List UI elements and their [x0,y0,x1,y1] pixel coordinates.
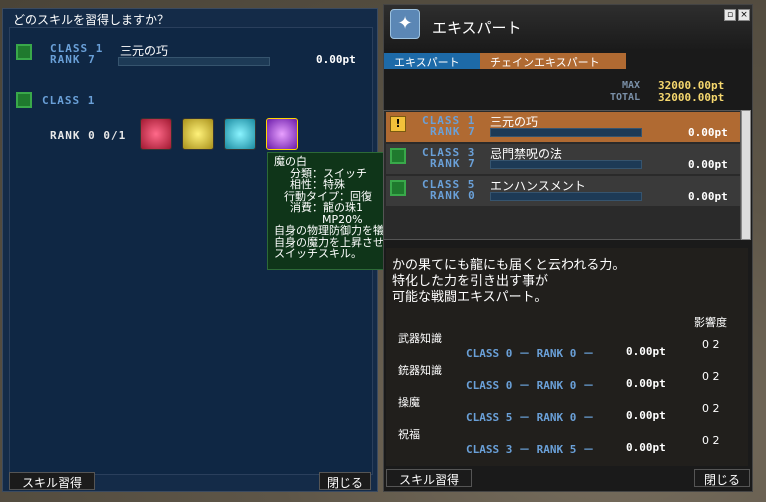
list-checkbox[interactable] [390,180,406,196]
influence-class: CLASS 3 － RANK 5 － [466,443,594,456]
influence-label: 銃器知識 [398,364,442,377]
influence-value: 0 2 [702,338,720,351]
total-value: 32000.00pt [658,91,725,104]
learn-skill-button[interactable]: スキル習得 [9,472,95,490]
minimize-icon[interactable]: ▫ [724,9,736,21]
rank-line: RANK 0 0/1 [50,129,127,142]
list-points: 0.00pt [688,126,728,139]
list-rank: RANK 7 [430,157,476,170]
class-header: CLASS 1 [42,94,96,107]
golden-dragon-skill-icon[interactable] [182,118,214,150]
tab-chain-expert[interactable]: チェインエキスパート [480,53,626,69]
influence-class: CLASS 5 － RANK 0 － [466,411,594,424]
window-title: エキスパート [432,19,522,37]
influence-points: 0.00pt [626,377,666,390]
crimson-dragon-skill-icon[interactable] [140,118,172,150]
skill-checkbox[interactable] [16,44,32,60]
list-checkbox[interactable] [390,148,406,164]
list-points: 0.00pt [688,190,728,203]
influence-value: 0 2 [702,402,720,415]
progress-bar [118,57,270,66]
progress-bar [490,128,642,137]
influence-header: 影響度 [694,316,727,329]
influence-value: 0 2 [702,370,720,383]
influence-points: 0.00pt [626,409,666,422]
window-title: どのスキルを習得しますか？ [13,13,170,27]
rank-label: RANK 7 [50,53,96,66]
influence-points: 0.00pt [626,345,666,358]
influence-class: CLASS 0 － RANK 0 － [466,379,594,392]
learn-skill-button[interactable]: スキル習得 [386,469,472,487]
influence-class: CLASS 0 － RANK 0 － [466,347,594,360]
violet-dragon-skill-icon[interactable] [266,118,298,150]
list-points: 0.00pt [688,158,728,171]
influence-label: 操魔 [398,396,420,409]
progress-bar [490,192,642,201]
influence-points: 0.00pt [626,441,666,454]
tab-expert[interactable]: エキスパート [384,53,480,69]
warning-icon: ! [390,116,406,132]
list-rank: RANK 7 [430,125,476,138]
influence-value: 0 2 [702,434,720,447]
class-checkbox[interactable] [16,92,32,108]
close-button[interactable]: 閉じる [319,472,371,490]
close-button[interactable]: 閉じる [694,469,750,487]
description-line: 可能な戦闘エキスパート。 [392,290,548,305]
total-label: TOTAL [610,92,641,103]
expert-emblem-icon: ✦ [390,9,420,39]
list-rank: RANK 0 [430,189,476,202]
max-label: MAX [622,80,641,91]
list-scrollbar[interactable] [741,110,751,240]
skill-points: 0.00pt [316,53,356,66]
window-header: ✦ エキスパート ▫ × [384,5,752,51]
close-icon[interactable]: × [738,9,750,21]
influence-label: 武器知識 [398,332,442,345]
influence-label: 祝福 [398,428,420,441]
progress-bar [490,160,642,169]
cyan-dragon-skill-icon[interactable] [224,118,256,150]
